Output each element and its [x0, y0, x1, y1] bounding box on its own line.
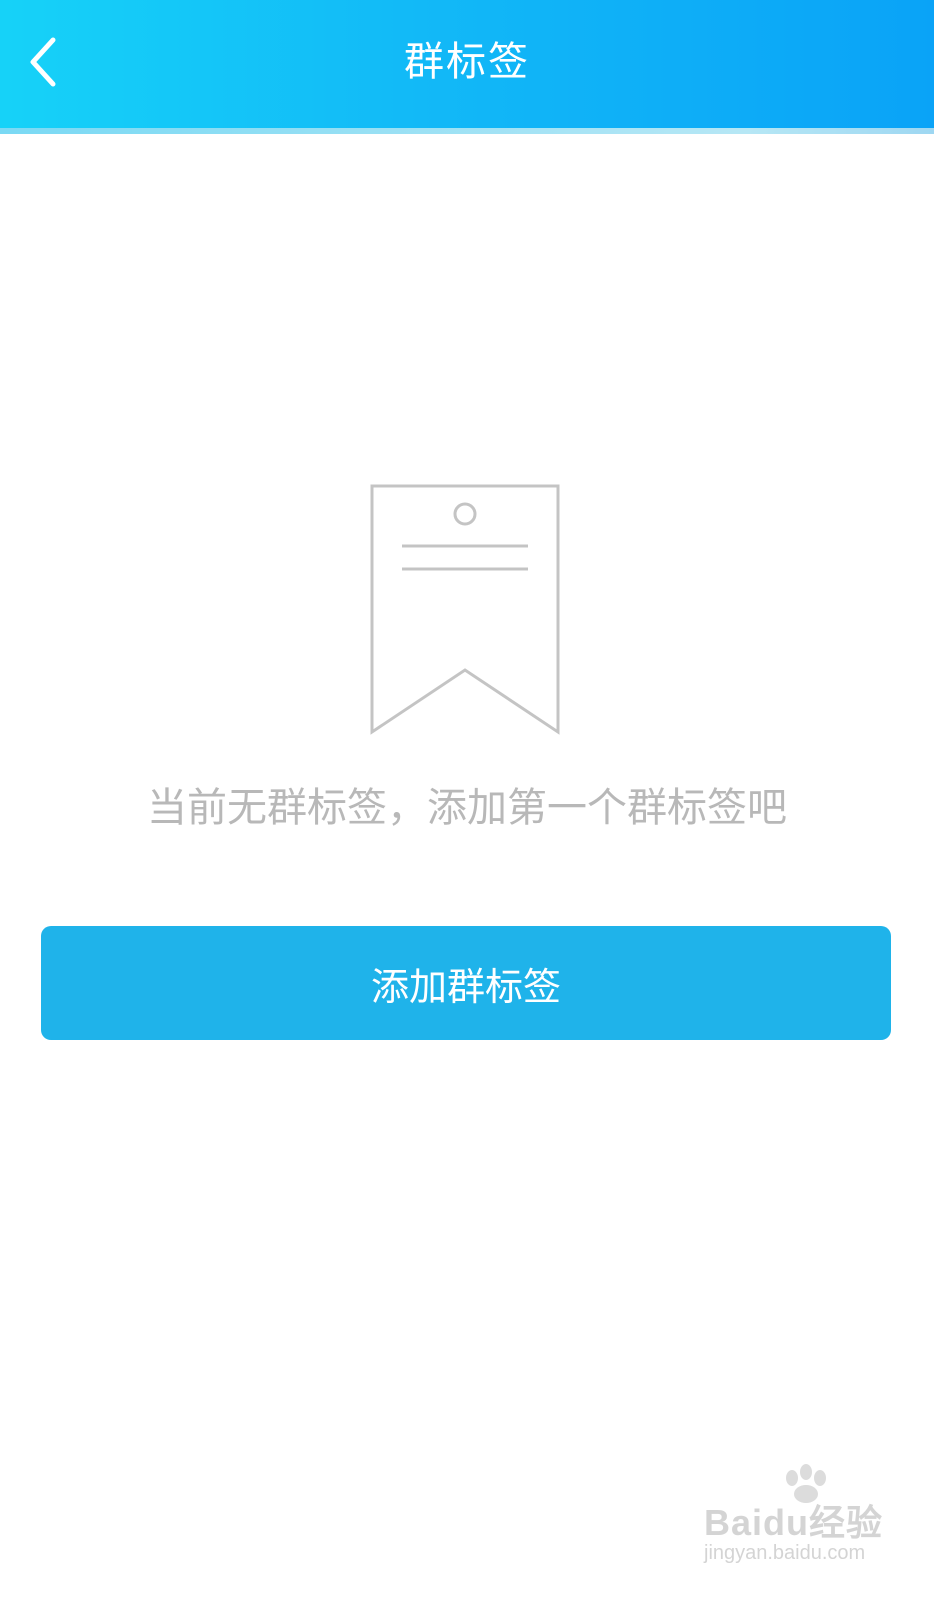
- back-button[interactable]: [8, 24, 78, 100]
- top-bar-underline: [0, 128, 934, 134]
- group-tags-page: 群标签 当前无群标签，添加第一个群标签吧 添加群标签 Baidu经验 jingy…: [0, 0, 934, 1600]
- page-title: 群标签: [404, 39, 530, 85]
- empty-state-message: 当前无群标签，添加第一个群标签吧: [147, 785, 787, 831]
- add-group-tag-button[interactable]: 添加群标签: [41, 926, 891, 1040]
- tag-icon: [370, 484, 560, 735]
- chevron-left-icon: [30, 37, 56, 87]
- watermark: Baidu经验 jingyan.baidu.com: [704, 1464, 884, 1580]
- watermark-brand: Baidu经验: [704, 1502, 884, 1543]
- watermark-url: jingyan.baidu.com: [704, 1542, 866, 1564]
